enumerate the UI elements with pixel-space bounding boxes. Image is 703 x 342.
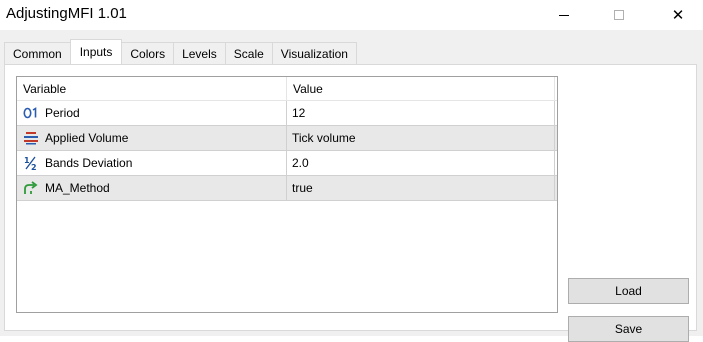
table-row[interactable]: Applied Volume Tick volume — [17, 126, 557, 151]
tab-colors[interactable]: Colors — [121, 42, 175, 64]
table-header: Variable Value — [17, 77, 557, 101]
column-header-variable[interactable]: Variable — [17, 77, 287, 101]
table-row[interactable]: Period 12 — [17, 101, 557, 126]
tab-common[interactable]: Common — [4, 42, 71, 64]
close-button[interactable]: ✕ — [655, 0, 701, 30]
table-row[interactable]: MA_Method true — [17, 176, 557, 201]
fraction-icon: 1 2 — [22, 155, 40, 171]
value-cell[interactable]: 12 — [287, 101, 555, 125]
variable-label: Bands Deviation — [45, 156, 133, 170]
variable-cell: 1 2 Bands Deviation — [17, 151, 287, 175]
inputs-panel: Variable Value Period 12 Applied Volume … — [4, 64, 697, 342]
tab-inputs[interactable]: Inputs — [69, 39, 123, 64]
dialog-body: Common Inputs Colors Levels Scale Visual… — [0, 30, 703, 342]
variable-cell: Period — [17, 101, 287, 125]
inputs-table: Variable Value Period 12 Applied Volume … — [16, 76, 558, 313]
close-icon: ✕ — [671, 7, 685, 24]
tab-scale[interactable]: Scale — [224, 42, 273, 64]
variable-cell: Applied Volume — [17, 126, 287, 150]
tab-levels[interactable]: Levels — [173, 42, 226, 64]
variable-label: Period — [45, 106, 80, 120]
integer-icon — [22, 105, 40, 121]
load-button[interactable]: Load — [568, 278, 689, 304]
column-header-value[interactable]: Value — [287, 77, 555, 101]
window-title: AdjustingMFI 1.01 — [6, 5, 127, 22]
svg-text:1: 1 — [24, 156, 30, 165]
boolean-arrow-icon — [22, 180, 40, 196]
value-cell[interactable]: Tick volume — [287, 126, 555, 150]
title-bar: AdjustingMFI 1.01 ✕ — [0, 0, 703, 30]
value-cell[interactable]: 2.0 — [287, 151, 555, 175]
maximize-icon — [614, 10, 624, 20]
tab-visualization[interactable]: Visualization — [271, 42, 357, 64]
variable-cell: MA_Method — [17, 176, 287, 200]
save-button[interactable]: Save — [568, 316, 689, 342]
minimize-icon — [559, 14, 569, 16]
maximize-button[interactable] — [596, 0, 642, 30]
value-cell[interactable]: true — [287, 176, 555, 200]
enum-list-icon — [22, 130, 40, 146]
variable-label: MA_Method — [45, 181, 110, 195]
minimize-button[interactable] — [541, 0, 587, 30]
svg-text:2: 2 — [31, 163, 37, 171]
tab-strip: Common Inputs Colors Levels Scale Visual… — [4, 39, 357, 64]
variable-label: Applied Volume — [45, 131, 129, 145]
table-row[interactable]: 1 2 Bands Deviation 2.0 — [17, 151, 557, 176]
